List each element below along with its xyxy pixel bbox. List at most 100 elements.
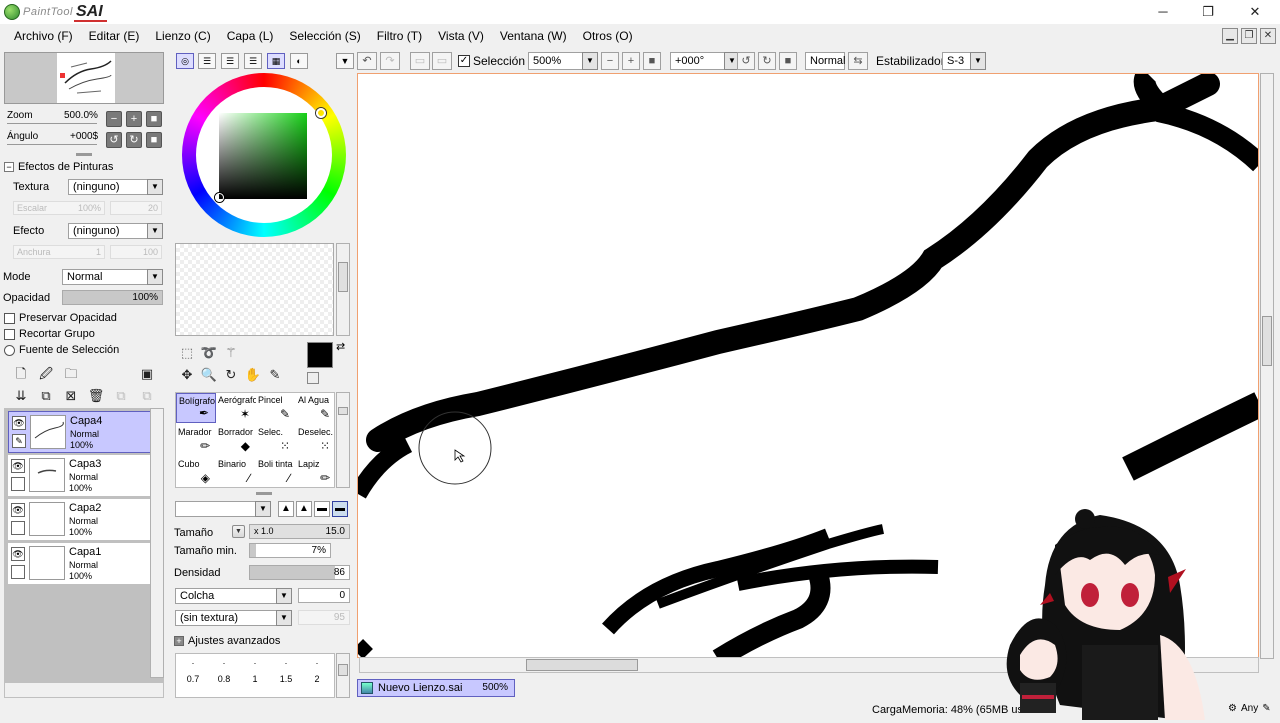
angle-slider[interactable] [7,144,97,145]
scratchpad-mode-button[interactable]: ◐ [290,53,308,69]
layer-mask-icon[interactable]: ▣ [138,365,156,383]
edit-pen-icon[interactable] [11,565,25,579]
soft-edge-icon[interactable]: ▲ [278,501,294,517]
layer-opacity-slider[interactable]: 100% [62,290,163,305]
brush-blend-select[interactable]: ▼ [175,501,271,517]
tool-cubo[interactable]: Cubo ◈ [176,457,216,487]
lasso-icon[interactable]: ➰ [200,344,218,362]
paint-effects-header[interactable]: − Efectos de Pinturas [4,161,113,173]
rotate-left-button[interactable]: ↺ [106,132,122,148]
mixer-mode-button[interactable]: ☰ [244,53,262,69]
tool-binario[interactable]: Binario ∕ [216,457,256,487]
ime-indicator[interactable]: Any [1241,703,1258,714]
advanced-settings-header[interactable]: + Ajustes avanzados [174,635,280,647]
layer-item[interactable]: 👁 Capa1 Normal 100% [8,543,151,585]
selection-visibility-toggle[interactable]: ✓ Selección [458,54,525,68]
rect-select-icon[interactable]: ⬚ [178,344,196,362]
stabilizer-select[interactable]: S-3 ▼ [942,52,986,70]
minimize-button[interactable]: ─ [1151,3,1175,21]
layer-item[interactable]: 👁 Capa3 Normal 100% [8,455,151,497]
layer-mode-select[interactable]: Normal ▼ [62,269,163,285]
swatch-palette[interactable] [175,243,334,336]
navigator-preview[interactable] [4,52,164,104]
visibility-eye-icon[interactable]: 👁 [11,459,25,473]
canvas-vscrollbar[interactable] [1260,73,1274,659]
menu-ventana[interactable]: Ventana (W) [492,25,575,47]
pen-icon[interactable]: ✎ [1262,703,1270,714]
swap-colors-icon[interactable]: ⇄ [336,340,345,353]
tool-borrador[interactable]: Borrador ◆ [216,425,256,455]
rotate-reset-button[interactable]: ■ [146,132,162,148]
layer-item[interactable]: 👁 Capa2 Normal 100% [8,499,151,541]
menu-seleccion[interactable]: Selección (S) [281,25,368,47]
mdi-minimize-button[interactable]: ▁ [1222,28,1238,44]
brush-shape-value[interactable]: 0 [298,588,350,603]
merge-down-icon[interactable]: ⧉ [37,387,55,405]
zoom-reset-button[interactable]: ■ [146,111,162,127]
tool-pincel[interactable]: Pincel ✎ [256,393,296,423]
redo-button[interactable]: ↷ [380,52,400,70]
tool-deselec[interactable]: Deselec. ⁙ [296,425,336,455]
rotate-icon[interactable]: ↻ [222,366,240,384]
transfer-down-icon[interactable]: ⇊ [12,387,30,405]
color-wheel-mode-button[interactable]: ◎ [176,53,194,69]
document-tab[interactable]: Nuevo Lienzo.sai 500% [357,679,515,697]
move-icon[interactable]: ✥ [178,366,196,384]
menu-archivo[interactable]: Archivo (F) [6,25,81,47]
mdi-close-button[interactable]: ✕ [1260,28,1276,44]
hue-cursor[interactable] [316,108,326,118]
menu-filtro[interactable]: Filtro (T) [369,25,430,47]
menu-editar[interactable]: Editar (E) [81,25,148,47]
saturation-value-square[interactable] [219,113,307,199]
menu-lienzo[interactable]: Lienzo (C) [147,25,218,47]
menu-vista[interactable]: Vista (V) [430,25,492,47]
settings-icon[interactable]: ⚙ [1228,703,1237,714]
rotate-right-button[interactable]: ↻ [126,132,142,148]
tool-boli-tinta[interactable]: Boli tinta ∕ [256,457,296,487]
tool-lapiz[interactable]: Lapiz ✏ [296,457,336,487]
swatch-mode-button[interactable]: ▦ [267,53,285,69]
close-button[interactable]: ✕ [1243,3,1267,21]
medium-edge-icon[interactable]: ▲ [296,501,312,517]
menu-otros[interactable]: Otros (O) [575,25,641,47]
invert-selection-button[interactable]: ▭ [432,52,452,70]
toolbar-zoom-reset-button[interactable]: ■ [643,52,661,70]
angle-select[interactable]: +000° ▼ [670,52,740,70]
edit-pen-icon[interactable]: ✎ [12,434,26,448]
toolbar-zoom-in-button[interactable]: + [622,52,640,70]
tool-marador[interactable]: Marador ✏ [176,425,216,455]
brush-texture-select[interactable]: (sin textura) ▼ [175,610,292,626]
effect-select[interactable]: (ninguno) ▼ [68,223,163,239]
visibility-eye-icon[interactable]: 👁 [11,547,25,561]
size-preset[interactable]: 1.5 [273,674,299,684]
zoom-icon[interactable]: 🔍 [200,366,218,384]
brush-shape-select[interactable]: Colcha ▼ [175,588,292,604]
tool-boligrafo[interactable]: Bolígrafo ✒ [176,393,216,423]
toolbar-rotate-left-button[interactable]: ↺ [737,52,755,70]
tool-grid-scrollbar[interactable] [336,392,350,488]
size-preset[interactable]: 0.7 [180,674,206,684]
layer-list-hscrollbar[interactable] [4,682,164,698]
zoom-slider[interactable] [7,123,97,124]
mdi-restore-button[interactable]: ❐ [1241,28,1257,44]
tool-al-agua[interactable]: Al Agua ✎ [296,393,336,423]
layer-item[interactable]: 👁 ✎ Capa4 Normal 100% [8,411,151,453]
visibility-eye-icon[interactable]: 👁 [11,503,25,517]
toolbar-zoom-out-button[interactable]: − [601,52,619,70]
panel-splitter[interactable] [256,492,272,495]
size-preset[interactable]: 2 [304,674,330,684]
layer-list-scrollbar[interactable] [150,408,164,678]
tool-aerografo[interactable]: Aerógrafo ✶ [216,393,256,423]
edit-pen-icon[interactable] [11,521,25,535]
hard-edge-icon[interactable]: ▬ [314,501,330,517]
panel-splitter[interactable] [76,153,92,156]
toolbar-rotate-right-button[interactable]: ↻ [758,52,776,70]
hand-icon[interactable]: ✋ [244,366,262,384]
brush-size-slider[interactable]: x 1.0 15.0 [249,524,350,539]
zoom-in-button[interactable]: + [126,111,142,127]
visibility-eye-icon[interactable]: 👁 [12,416,26,430]
toolbar-rotate-reset-button[interactable]: ■ [779,52,797,70]
hsv-slider-mode-button[interactable]: ☰ [221,53,239,69]
selection-source-radio[interactable]: Fuente de Selección [4,344,119,356]
rgb-slider-mode-button[interactable]: ☰ [198,53,216,69]
